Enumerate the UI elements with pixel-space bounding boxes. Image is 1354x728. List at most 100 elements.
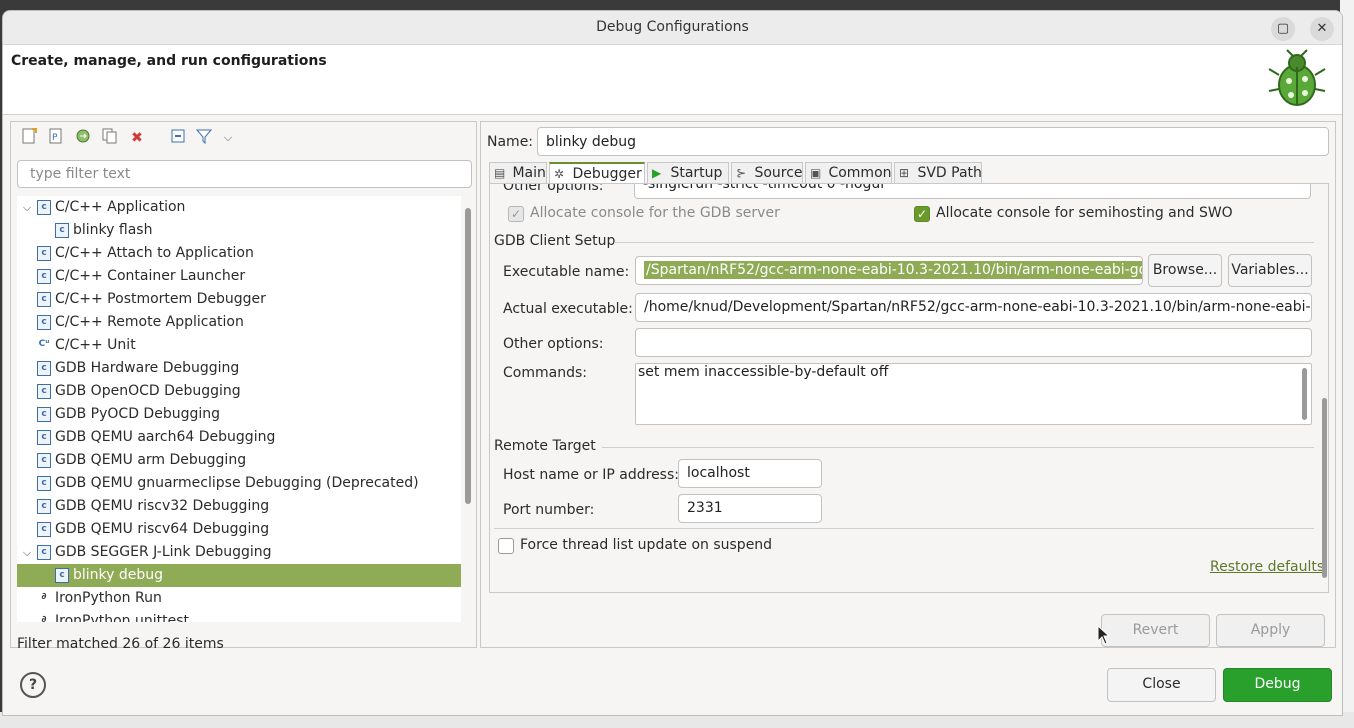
port-label: Port number:: [503, 502, 595, 518]
tree-item-label: GDB PyOCD Debugging: [55, 406, 221, 422]
gdb-client-setup-title: GDB Client Setup: [494, 233, 616, 249]
debug-button[interactable]: Debug: [1223, 668, 1332, 702]
tree-item[interactable]: c GDB PyOCD Debugging: [17, 403, 461, 426]
group-divider: [614, 242, 1314, 243]
tree-item[interactable]: c blinky flash: [17, 219, 461, 242]
chevron-down-icon[interactable]: ⌵: [20, 196, 34, 219]
tab-label: Main: [508, 165, 546, 181]
duplicate-icon[interactable]: [100, 128, 120, 148]
tab-source[interactable]: ⊱ Source: [731, 162, 803, 184]
close-button[interactable]: Close: [1107, 668, 1216, 702]
tree-item-label: IronPython unittest: [55, 613, 190, 622]
c-config-icon: c: [37, 545, 51, 560]
tab-main[interactable]: ▤ Main: [489, 162, 547, 184]
help-icon[interactable]: ?: [20, 672, 46, 698]
c-config-icon: c: [37, 269, 51, 284]
tree-item-label: C/C++ Application: [55, 199, 186, 215]
name-input[interactable]: [537, 127, 1329, 156]
tree-item[interactable]: c GDB QEMU riscv64 Debugging: [17, 518, 461, 541]
server-other-options-field[interactable]: -singlerun -strict -timeout 0 -nogui: [634, 184, 1311, 199]
group-divider: [494, 528, 1314, 529]
tree-item-label: GDB QEMU arm Debugging: [55, 452, 247, 468]
tree-item[interactable]: c C/C++ Postmortem Debugger: [17, 288, 461, 311]
tree-item[interactable]: c GDB Hardware Debugging: [17, 357, 461, 380]
other-options-top-label: Other options:: [503, 183, 604, 194]
remote-target-title: Remote Target: [494, 438, 596, 454]
allocate-gdb-console-label: Allocate console for the GDB server: [530, 205, 780, 221]
c-config-icon: c: [37, 361, 51, 376]
tree-item[interactable]: c GDB QEMU gnuarmeclipse Debugging (Depre…: [17, 472, 461, 495]
new-config-icon[interactable]: [19, 128, 39, 148]
port-input[interactable]: 2331: [678, 494, 822, 523]
actual-executable-label: Actual executable:: [503, 301, 633, 317]
commands-label: Commands:: [503, 365, 587, 381]
header-title: Create, manage, and run configurations: [11, 53, 327, 69]
commands-scrollbar[interactable]: [1302, 368, 1307, 420]
client-other-options-label: Other options:: [503, 336, 604, 352]
tree-item-label: GDB SEGGER J-Link Debugging: [55, 544, 272, 560]
close-icon[interactable]: ✕: [1310, 17, 1334, 41]
executable-name-field[interactable]: /Spartan/nRF52/gcc-arm-none-eabi-10.3-20…: [635, 256, 1143, 285]
apply-button[interactable]: Apply: [1216, 614, 1325, 647]
c-config-icon: c: [37, 522, 51, 537]
tab-common[interactable]: ▣ Common: [805, 162, 892, 184]
tree-item-label: GDB OpenOCD Debugging: [55, 383, 241, 399]
tree-item[interactable]: c C/C++ Container Launcher: [17, 265, 461, 288]
title-bar: Debug Configurations ▢ ✕: [3, 11, 1342, 45]
tree-item[interactable]: Cᵘ C/C++ Unit: [17, 334, 461, 357]
c-unit-icon: Cᵘ: [38, 339, 50, 349]
filter-input[interactable]: [17, 160, 472, 188]
tab-debugger[interactable]: ✲ Debugger: [549, 162, 645, 184]
c-config-icon: c: [37, 292, 51, 307]
tree-item[interactable]: c GDB QEMU riscv32 Debugging: [17, 495, 461, 518]
tree-item-label: C/C++ Remote Application: [55, 314, 244, 330]
mouse-pointer-icon: [1097, 625, 1111, 645]
c-config-icon: c: [37, 453, 51, 468]
allocate-gdb-console-checkbox[interactable]: ✓: [508, 206, 524, 222]
config-tabs: ▤ Main ✲ Debugger ▶ Startup ⊱ Source ▣ Commo…: [489, 162, 1329, 184]
export-icon[interactable]: [73, 128, 93, 148]
tree-item-label: blinky flash: [73, 222, 153, 238]
commands-textarea[interactable]: set mem inaccessible-by-default off: [635, 363, 1312, 425]
tree-item[interactable]: c C/C++ Attach to Application: [17, 242, 461, 265]
c-config-icon: c: [37, 476, 51, 491]
tab-startup[interactable]: ▶ Startup: [647, 162, 729, 184]
browse-button[interactable]: Browse...: [1148, 254, 1222, 287]
tree-item[interactable]: c GDB QEMU arm Debugging: [17, 449, 461, 472]
force-thread-update-checkbox[interactable]: [498, 538, 514, 554]
filter-icon[interactable]: [194, 128, 214, 148]
maximize-icon[interactable]: ▢: [1271, 17, 1295, 41]
tree-scrollbar[interactable]: [465, 208, 471, 504]
c-config-icon: c: [37, 315, 51, 330]
chevron-down-icon[interactable]: ⌵: [20, 541, 34, 564]
variables-button[interactable]: Variables...: [1228, 254, 1312, 287]
delete-icon[interactable]: ✖: [127, 128, 147, 148]
host-input[interactable]: localhost: [678, 459, 822, 488]
bug-logo-icon: [1268, 49, 1326, 106]
tree-item[interactable]: ∂ IronPython Run: [17, 587, 461, 610]
allocate-semihosting-checkbox[interactable]: ✓: [914, 206, 930, 222]
chevron-down-icon[interactable]: ⌵: [218, 128, 238, 148]
tree-item[interactable]: ⌵ c GDB SEGGER J-Link Debugging: [17, 541, 461, 564]
tree-item[interactable]: c C/C++ Remote Application: [17, 311, 461, 334]
tab-content-scrollbar[interactable]: [1322, 398, 1327, 578]
svd-icon: ⊞: [899, 166, 910, 180]
collapse-all-icon[interactable]: [168, 128, 188, 148]
tree-item[interactable]: c GDB QEMU aarch64 Debugging: [17, 426, 461, 449]
c-config-icon: c: [37, 499, 51, 514]
new-prototype-icon[interactable]: P: [46, 128, 66, 148]
restore-defaults-link[interactable]: Restore defaults: [1210, 559, 1324, 575]
tree-item[interactable]: ⌵ c C/C++ Application: [17, 196, 461, 219]
tree-item-label: GDB Hardware Debugging: [55, 360, 240, 376]
tree-item[interactable]: c blinky debug: [17, 564, 461, 587]
c-config-icon: c: [55, 223, 69, 238]
tree-item[interactable]: c GDB OpenOCD Debugging: [17, 380, 461, 403]
tree-item-label: C/C++ Container Launcher: [55, 268, 246, 284]
tab-svd-path[interactable]: ⊞ SVD Path: [894, 162, 982, 184]
executable-name-label: Executable name:: [503, 264, 630, 280]
config-tree: ⌵ c C/C++ Application c blinky flash c C/C++ A…: [17, 196, 461, 622]
revert-button[interactable]: Revert: [1101, 614, 1210, 647]
tree-item[interactable]: ∂ IronPython unittest: [17, 610, 461, 622]
client-other-options-field[interactable]: [635, 328, 1312, 357]
force-thread-update-label: Force thread list update on suspend: [520, 537, 773, 553]
